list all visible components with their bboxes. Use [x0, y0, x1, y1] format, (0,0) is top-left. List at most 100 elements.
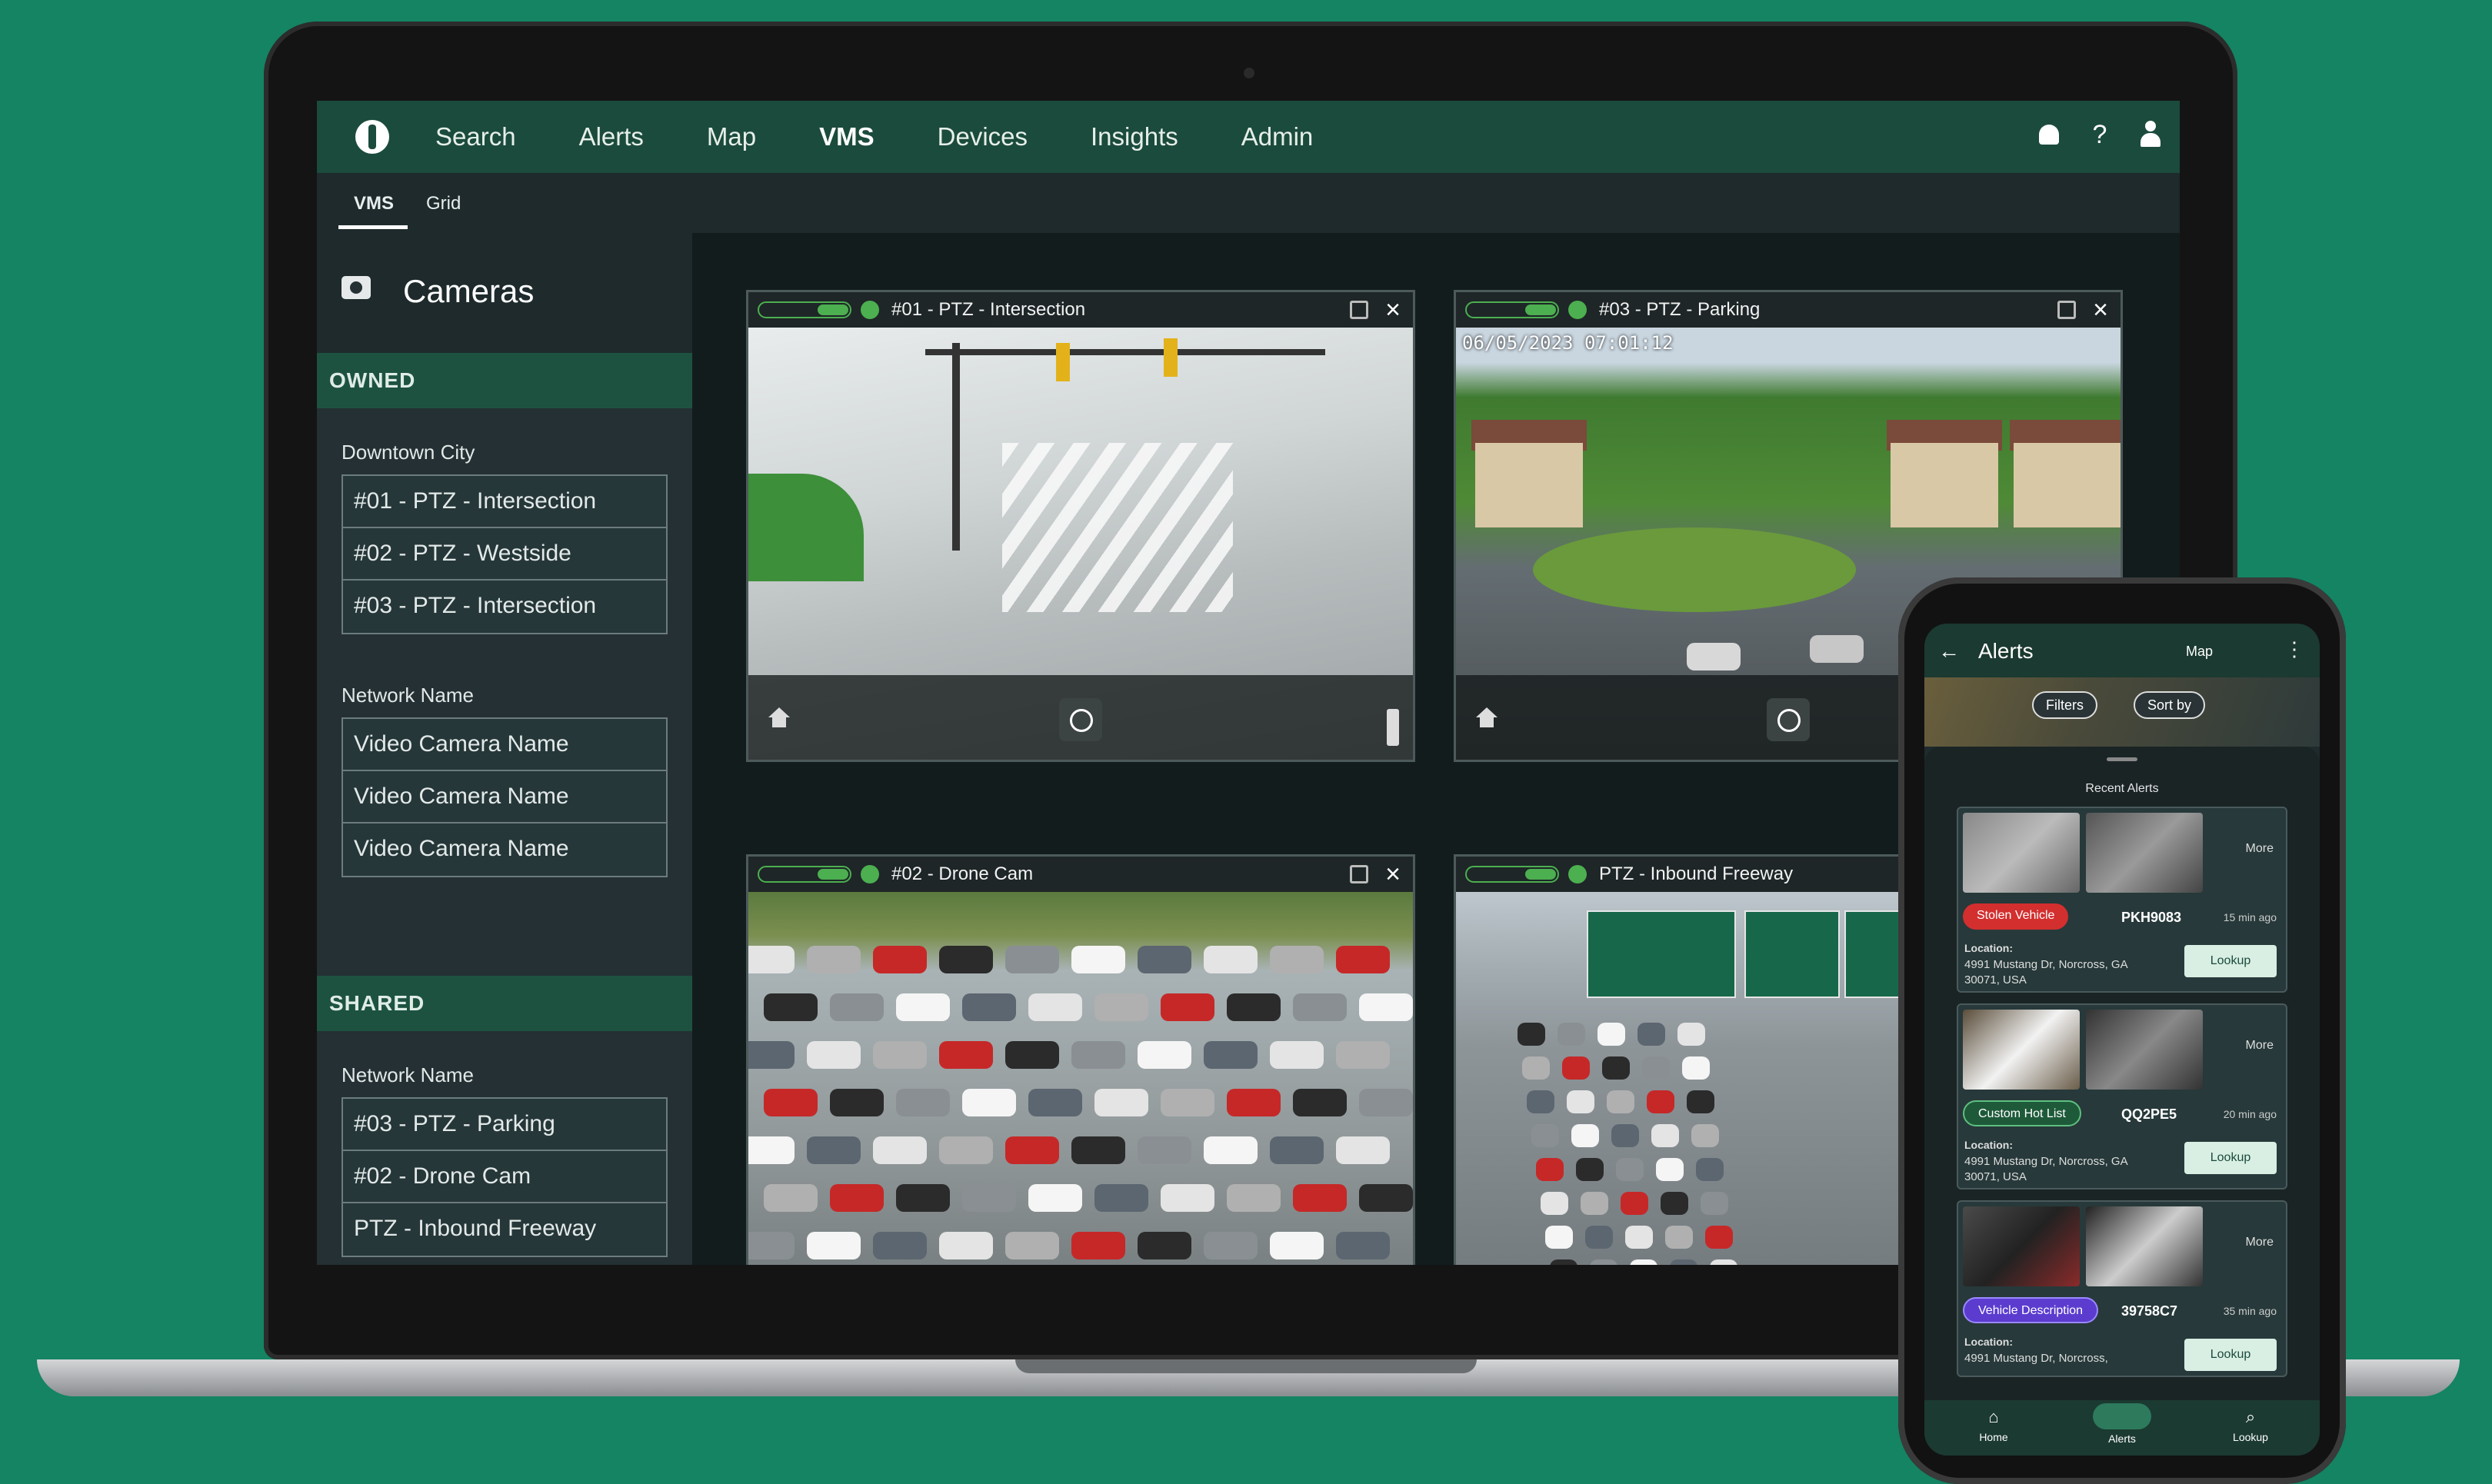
pause-button[interactable] — [1059, 698, 1102, 741]
nav-alerts[interactable]: Alerts — [579, 122, 644, 151]
camera-list-item[interactable]: Video Camera Name — [343, 771, 666, 824]
parked-car — [807, 1136, 861, 1164]
parked-car — [1204, 1232, 1258, 1259]
camera-list-item[interactable]: Video Camera Name — [343, 719, 666, 771]
parked-car — [939, 1041, 993, 1069]
parked-car — [830, 993, 884, 1021]
more-link[interactable]: More — [2246, 1236, 2274, 1249]
tab-label: Alerts — [2108, 1432, 2136, 1445]
parked-car — [1336, 946, 1390, 973]
freeway-car — [1597, 1023, 1625, 1046]
home-icon[interactable] — [768, 707, 790, 727]
sort-chip[interactable]: Sort by — [2134, 691, 2206, 719]
parked-car — [1227, 1089, 1281, 1116]
video-tile[interactable]: #01 - PTZ - Intersection × — [746, 290, 1415, 762]
phone-header: ← Alerts Map ⋮ — [1924, 624, 2320, 677]
parked-car — [1028, 993, 1082, 1021]
lookup-button[interactable]: Lookup — [2184, 1339, 2277, 1371]
bottom-tab-lookup[interactable]: ⌕ Lookup — [2212, 1407, 2289, 1444]
freeway-car — [1607, 1090, 1634, 1113]
back-arrow-icon[interactable]: ← — [1938, 639, 1960, 664]
home-icon[interactable] — [1476, 707, 1498, 727]
parked-car — [1359, 1089, 1413, 1116]
nav-devices[interactable]: Devices — [938, 122, 1028, 151]
webcam — [1244, 68, 1254, 78]
nav-admin[interactable]: Admin — [1241, 122, 1314, 151]
section-shared[interactable]: SHARED — [317, 976, 692, 1031]
camera-list-item[interactable]: #01 - PTZ - Intersection — [343, 476, 666, 528]
tab-grid[interactable]: Grid — [426, 193, 461, 215]
alert-card[interactable]: More Custom Hot List QQ2PE5 20 min ago L… — [1957, 1003, 2287, 1190]
parked-car — [764, 1184, 818, 1212]
freeway-car — [1705, 1226, 1733, 1249]
freeway-car — [1531, 1124, 1559, 1147]
drag-handle[interactable] — [2107, 757, 2137, 761]
camera-list-item[interactable]: Video Camera Name — [343, 824, 666, 876]
section-owned[interactable]: OWNED — [317, 353, 692, 408]
nav-map[interactable]: Map — [707, 122, 756, 151]
alert-tag: Stolen Vehicle — [1963, 903, 2069, 930]
active-tab-indicator — [338, 225, 408, 229]
close-icon[interactable]: × — [1385, 861, 1401, 887]
parked-car — [939, 1232, 993, 1259]
close-icon[interactable]: × — [1385, 297, 1401, 323]
more-link[interactable]: More — [2246, 842, 2274, 856]
map-toggle[interactable]: Map — [2186, 644, 2213, 660]
camera-list-item[interactable]: PTZ - Inbound Freeway — [343, 1203, 666, 1256]
parked-car — [748, 1041, 795, 1069]
sidebar-header: Cameras — [317, 233, 692, 353]
parked-car — [830, 1089, 884, 1116]
bottom-tab-alerts[interactable]: Alerts — [2084, 1403, 2161, 1445]
video-tile[interactable]: #02 - Drone Cam × — [746, 854, 1415, 1265]
parked-car — [1094, 993, 1148, 1021]
nav-search[interactable]: Search — [435, 122, 516, 151]
location-label: Location: — [1964, 942, 2013, 954]
kebab-menu-icon[interactable]: ⋮ — [2284, 637, 2304, 661]
camera-list-item[interactable]: #03 - PTZ - Intersection — [343, 581, 666, 633]
popout-icon[interactable] — [1350, 865, 1369, 883]
vehicle-thumbnail — [1963, 1206, 2080, 1286]
alert-card[interactable]: More Stolen Vehicle PKH9083 15 min ago L… — [1957, 807, 2287, 993]
parked-car — [830, 1184, 884, 1212]
parked-car — [807, 1041, 861, 1069]
nav-insights[interactable]: Insights — [1091, 122, 1178, 151]
user-icon[interactable] — [2137, 118, 2164, 151]
phone-screen: ← Alerts Map ⋮ Filters Sort by Recent Al… — [1924, 624, 2320, 1456]
lookup-button[interactable]: Lookup — [2184, 945, 2277, 977]
freeway-car — [1545, 1226, 1573, 1249]
parked-car — [764, 993, 818, 1021]
app-logo[interactable] — [355, 120, 389, 154]
pause-button[interactable] — [1767, 698, 1810, 741]
parked-car — [1204, 946, 1258, 973]
camera-list-item[interactable]: #03 - PTZ - Parking — [343, 1099, 666, 1151]
close-icon[interactable]: × — [2093, 297, 2108, 323]
camera-list-item[interactable]: #02 - Drone Cam — [343, 1151, 666, 1203]
freeway-car — [1670, 1259, 1697, 1265]
parked-car — [896, 1184, 950, 1212]
camera-list-item[interactable]: #02 - PTZ - Westside — [343, 528, 666, 581]
ptz-control-icon[interactable] — [1387, 709, 1399, 746]
tab-vms[interactable]: VMS — [354, 193, 394, 215]
parked-car — [962, 1184, 1016, 1212]
parked-car — [1138, 1136, 1191, 1164]
popout-icon[interactable] — [1350, 301, 1369, 319]
parked-car — [1293, 1184, 1347, 1212]
status-dot — [1568, 301, 1587, 319]
bottom-tab-home[interactable]: ⌂ Home — [1955, 1408, 2032, 1444]
nav-vms[interactable]: VMS — [819, 122, 875, 151]
search-icon: ⌕ — [2245, 1407, 2256, 1426]
tile-header: #01 - PTZ - Intersection × — [748, 292, 1413, 328]
filters-chip[interactable]: Filters — [2032, 691, 2097, 719]
camera-feed — [748, 892, 1413, 1265]
freeway-car — [1625, 1226, 1653, 1249]
help-icon[interactable]: ? — [2086, 118, 2114, 151]
lookup-button[interactable]: Lookup — [2184, 1142, 2277, 1174]
more-link[interactable]: More — [2246, 1039, 2274, 1053]
parked-car — [764, 1089, 818, 1116]
bell-icon[interactable] — [2035, 118, 2063, 151]
freeway-car — [1571, 1124, 1599, 1147]
tile-header: #02 - Drone Cam × — [748, 857, 1413, 892]
popout-icon[interactable] — [2057, 301, 2077, 319]
alert-card[interactable]: More Vehicle Description 39758C7 35 min … — [1957, 1200, 2287, 1377]
sidebar-title: Cameras — [403, 273, 535, 309]
